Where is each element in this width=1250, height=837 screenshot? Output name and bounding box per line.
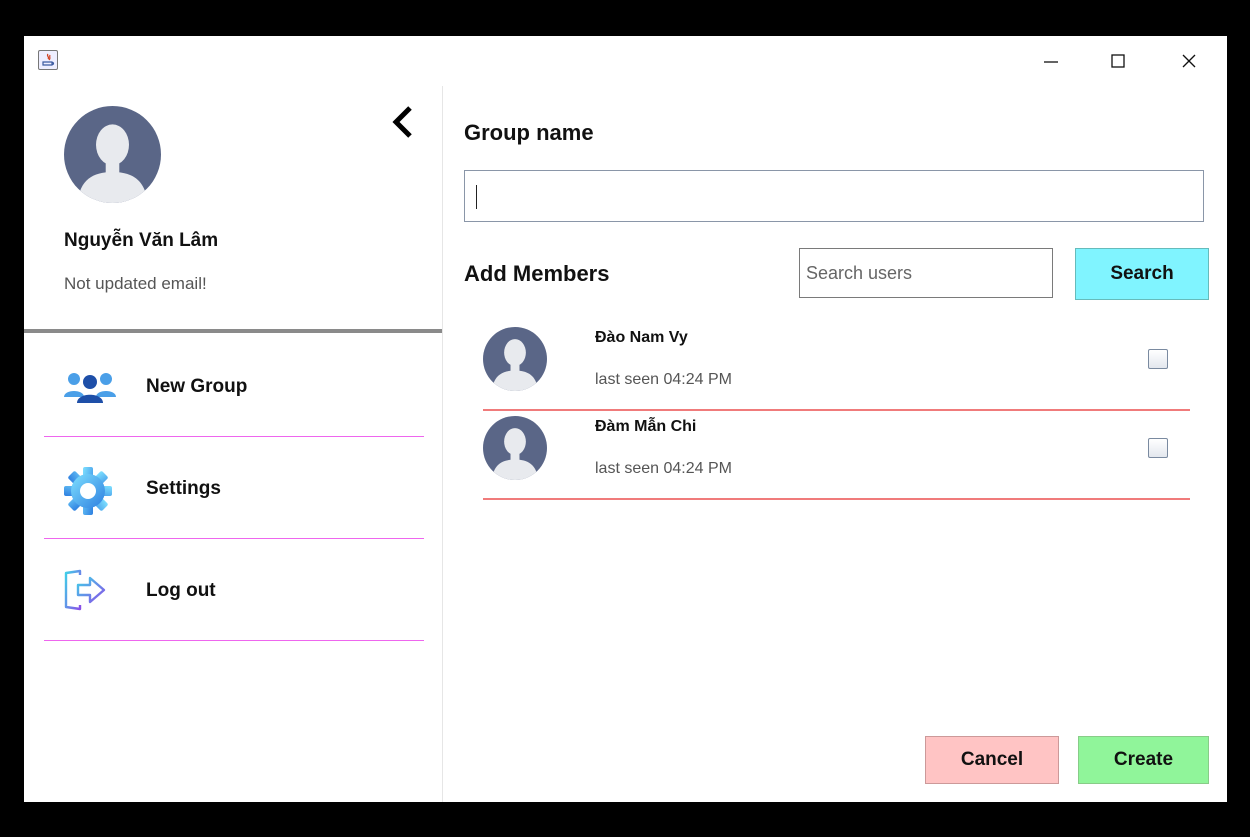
menu-item-new-group[interactable]: New Group — [44, 336, 424, 437]
search-button[interactable]: Search — [1075, 248, 1209, 300]
user-email: Not updated email! — [64, 274, 207, 293]
user-name: Nguyễn Văn Lâm — [64, 230, 219, 251]
menu-item-label: Log out — [146, 580, 216, 601]
close-icon — [1182, 54, 1196, 68]
member-select-checkbox[interactable] — [1148, 438, 1168, 458]
gear-icon — [62, 467, 112, 515]
add-members-label: Add Members — [464, 261, 610, 286]
maximize-button[interactable] — [1098, 46, 1138, 76]
member-last-seen: last seen 04:24 PM — [595, 371, 732, 388]
app-window: Nguyễn Văn Lâm Not updated email! New Gr… — [24, 36, 1227, 802]
member-last-seen: last seen 04:24 PM — [595, 460, 732, 477]
back-button[interactable] — [388, 102, 418, 142]
member-row: Đào Nam Vy last seen 04:24 PM — [483, 321, 1190, 411]
search-users-input[interactable] — [799, 248, 1053, 298]
menu-item-label: New Group — [146, 376, 248, 397]
menu-item-settings[interactable]: Settings — [44, 438, 424, 539]
text-caret — [476, 185, 477, 209]
maximize-icon — [1111, 54, 1125, 68]
member-row: Đàm Mẫn Chi last seen 04:24 PM — [483, 410, 1190, 500]
menu-item-logout[interactable]: Log out — [44, 540, 424, 641]
user-avatar — [64, 106, 161, 203]
group-name-input[interactable] — [464, 170, 1204, 222]
logout-icon — [62, 569, 112, 613]
member-name: Đào Nam Vy — [595, 329, 688, 346]
sidebar: Nguyễn Văn Lâm Not updated email! New Gr… — [24, 86, 443, 802]
minimize-button[interactable] — [1031, 46, 1071, 76]
cancel-button[interactable]: Cancel — [925, 736, 1059, 784]
member-avatar — [483, 416, 547, 480]
create-group-panel: Group name Add Members Search Đào Nam Vy… — [443, 86, 1227, 802]
close-button[interactable] — [1169, 46, 1209, 76]
group-icon — [62, 369, 116, 409]
java-app-icon — [38, 50, 58, 70]
menu-item-label: Settings — [146, 478, 221, 499]
minimize-icon — [1044, 61, 1058, 63]
chevron-left-icon — [392, 106, 412, 138]
member-name: Đàm Mẫn Chi — [595, 418, 697, 435]
create-button[interactable]: Create — [1078, 736, 1209, 784]
sidebar-divider — [24, 329, 442, 333]
group-name-label: Group name — [464, 120, 594, 145]
member-select-checkbox[interactable] — [1148, 349, 1168, 369]
title-bar — [24, 36, 1227, 86]
member-avatar — [483, 327, 547, 391]
